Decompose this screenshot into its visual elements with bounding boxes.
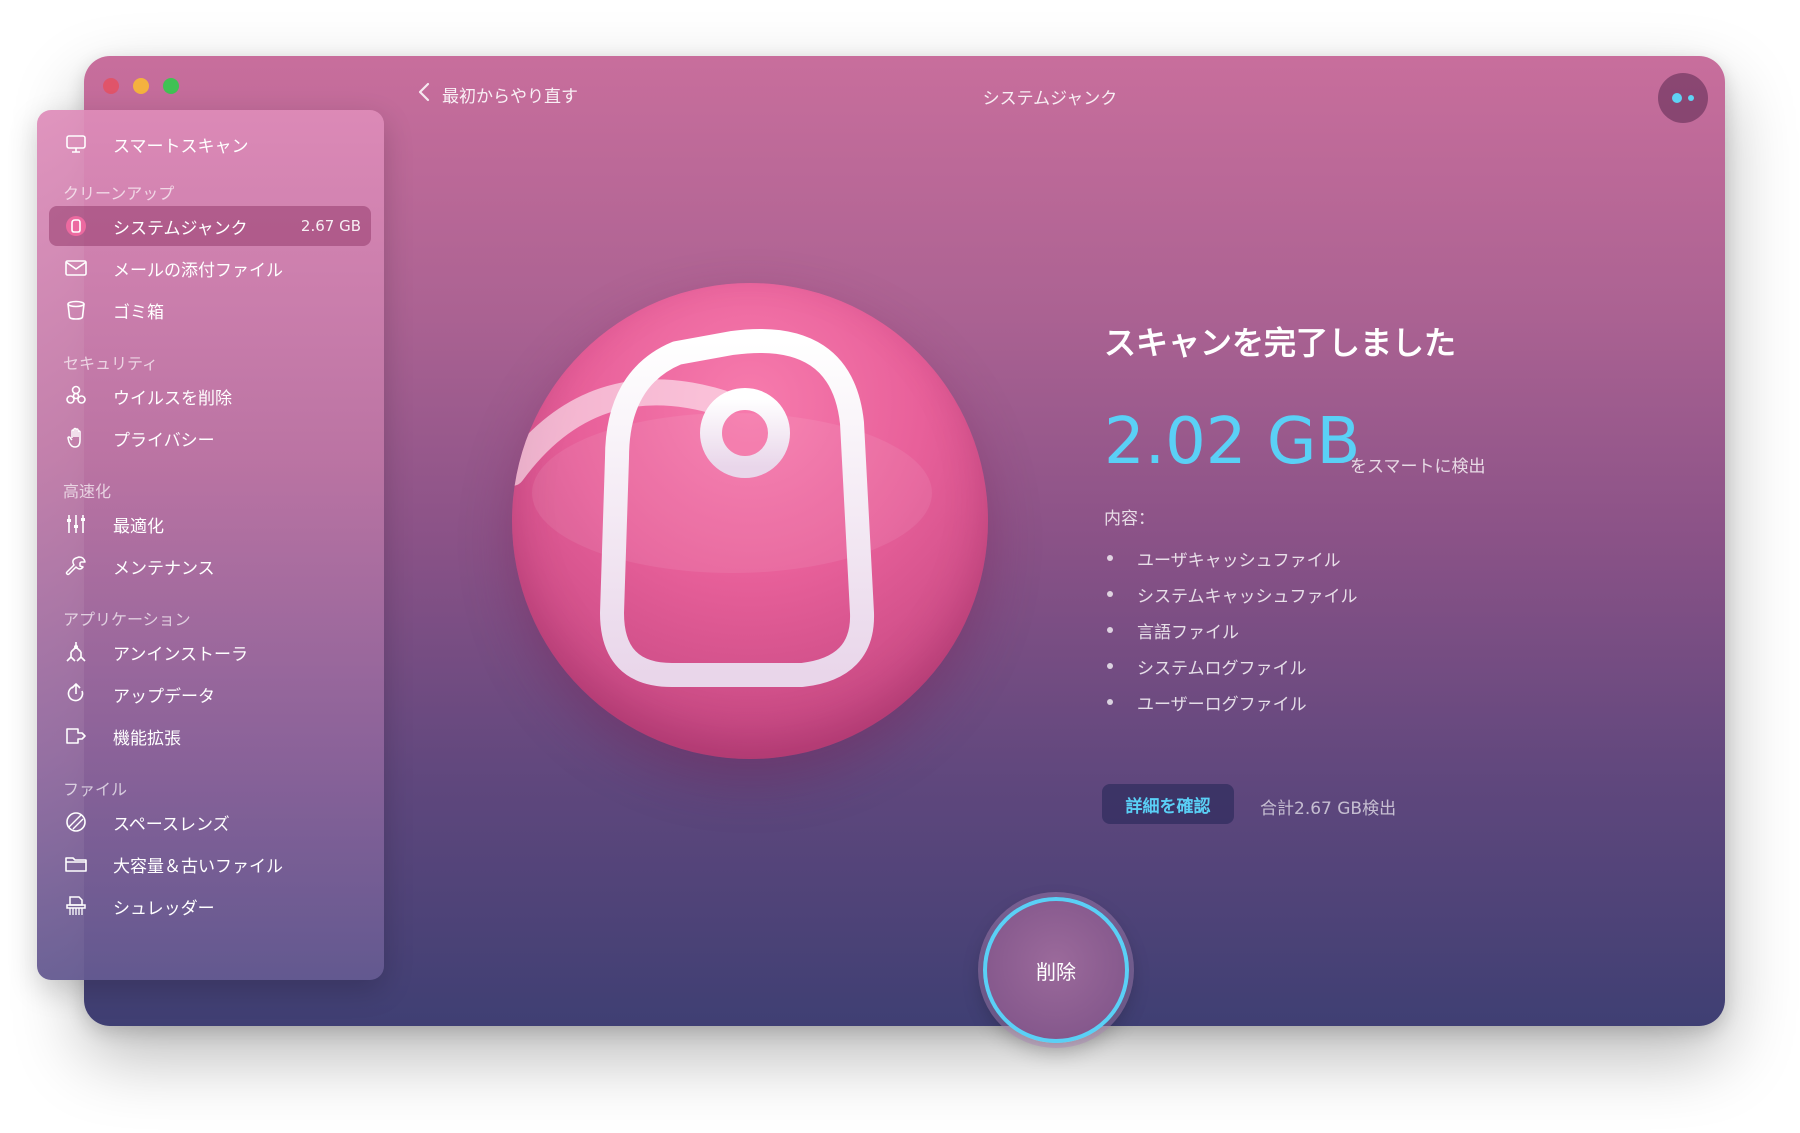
sliders-icon <box>63 511 89 537</box>
sidebar-heading-cleanup: クリーンアップ <box>63 184 175 203</box>
sidebar-item-updater[interactable]: アップデータ <box>49 674 371 714</box>
space-lens-icon <box>63 809 89 835</box>
bullet-icon <box>1107 555 1113 561</box>
sidebar-heading-files: ファイル <box>63 780 128 799</box>
sidebar-item-label: 最適化 <box>113 516 164 537</box>
shredder-icon <box>63 893 89 919</box>
bullet-icon <box>1107 627 1113 633</box>
detected-amount-suffix: をスマートに検出 <box>1350 457 1486 477</box>
close-window-button[interactable] <box>103 78 119 94</box>
sidebar-item-label: 大容量＆古いファイル <box>113 856 283 877</box>
window-title: システムジャンク <box>982 89 1118 109</box>
list-item: ユーザキャッシュファイル <box>1104 540 1358 576</box>
review-details-button[interactable]: 詳細を確認 <box>1102 784 1234 824</box>
start-over-button[interactable]: 最初からやり直す <box>418 82 578 107</box>
trash-icon <box>63 297 89 323</box>
chevron-left-icon <box>418 82 430 107</box>
sidebar-item-label: メンテナンス <box>113 558 215 579</box>
bullet-icon <box>1107 591 1113 597</box>
sidebar-item-space-lens[interactable]: スペースレンズ <box>49 802 371 842</box>
hand-icon <box>63 425 89 451</box>
sidebar-item-large-old-files[interactable]: 大容量＆古いファイル <box>49 844 371 884</box>
sidebar-item-label: ゴミ箱 <box>113 302 164 323</box>
sidebar-item-label: メールの添付ファイル <box>113 260 283 281</box>
sidebar-item-label: ウイルスを削除 <box>113 388 232 409</box>
sidebar-item-smart-scan[interactable]: スマートスキャン <box>49 124 371 164</box>
sidebar-item-label: スペースレンズ <box>113 814 230 835</box>
detected-amount: 2.02 GB <box>1104 405 1361 479</box>
sidebar-heading-speed: 高速化 <box>63 482 112 501</box>
sidebar-item-system-junk[interactable]: システムジャンク 2.67 GB <box>49 206 371 246</box>
sidebar-item-label: アップデータ <box>113 686 215 707</box>
contents-list: ユーザキャッシュファイル システムキャッシュファイル 言語ファイル システムログ… <box>1104 540 1358 720</box>
sidebar-item-label: アンインストーラ <box>113 644 248 665</box>
zoom-window-button[interactable] <box>163 78 179 94</box>
sidebar-item-label: スマートスキャン <box>113 136 249 157</box>
system-junk-size-badge: 2.67 GB <box>300 217 361 235</box>
folder-icon <box>63 851 89 877</box>
monitor-icon <box>63 131 89 157</box>
extensions-icon <box>63 723 89 749</box>
sidebar: スマートスキャン クリーンアップ システムジャンク 2.67 GB メールの添付… <box>37 110 384 980</box>
sidebar-item-shredder[interactable]: シュレッダー <box>49 886 371 926</box>
sidebar-item-label: シュレッダー <box>113 898 215 919</box>
sidebar-item-privacy[interactable]: プライバシー <box>49 418 371 458</box>
assistant-dot-small-icon <box>1688 95 1694 101</box>
sidebar-heading-security: セキュリティ <box>63 354 159 373</box>
sidebar-item-extensions[interactable]: 機能拡張 <box>49 716 371 756</box>
sidebar-item-optimization[interactable]: 最適化 <box>49 504 371 544</box>
bullet-icon <box>1107 699 1113 705</box>
sidebar-item-label: 機能拡張 <box>113 728 181 749</box>
total-found-label: 合計2.67 GB検出 <box>1260 799 1397 819</box>
list-item: 言語ファイル <box>1104 612 1358 648</box>
system-junk-hero-icon <box>512 283 988 759</box>
updater-icon <box>63 681 89 707</box>
scan-complete-title: スキャンを完了しました <box>1104 324 1457 362</box>
minimize-window-button[interactable] <box>133 78 149 94</box>
sidebar-item-uninstaller[interactable]: アンインストーラ <box>49 632 371 672</box>
list-item: ユーザーログファイル <box>1104 684 1358 720</box>
mail-icon <box>63 255 89 281</box>
start-over-label: 最初からやり直す <box>442 87 578 107</box>
system-junk-icon <box>63 213 89 239</box>
sidebar-item-trash[interactable]: ゴミ箱 <box>49 290 371 330</box>
wrench-icon <box>63 553 89 579</box>
list-item: システムキャッシュファイル <box>1104 576 1358 612</box>
contents-label: 内容： <box>1104 509 1155 529</box>
assistant-button[interactable] <box>1658 73 1708 123</box>
delete-button[interactable]: 削除 <box>983 897 1129 1043</box>
list-item: システムログファイル <box>1104 648 1358 684</box>
sidebar-item-remove-virus[interactable]: ウイルスを削除 <box>49 376 371 416</box>
bullet-icon <box>1107 663 1113 669</box>
sidebar-item-maintenance[interactable]: メンテナンス <box>49 546 371 586</box>
biohazard-icon <box>63 383 89 409</box>
assistant-dot-icon <box>1672 93 1682 103</box>
sidebar-heading-applications: アプリケーション <box>63 610 191 629</box>
sidebar-item-label: システムジャンク <box>113 218 248 239</box>
uninstaller-icon <box>63 639 89 665</box>
sidebar-item-mail-attachments[interactable]: メールの添付ファイル <box>49 248 371 288</box>
sidebar-item-label: プライバシー <box>113 430 215 451</box>
